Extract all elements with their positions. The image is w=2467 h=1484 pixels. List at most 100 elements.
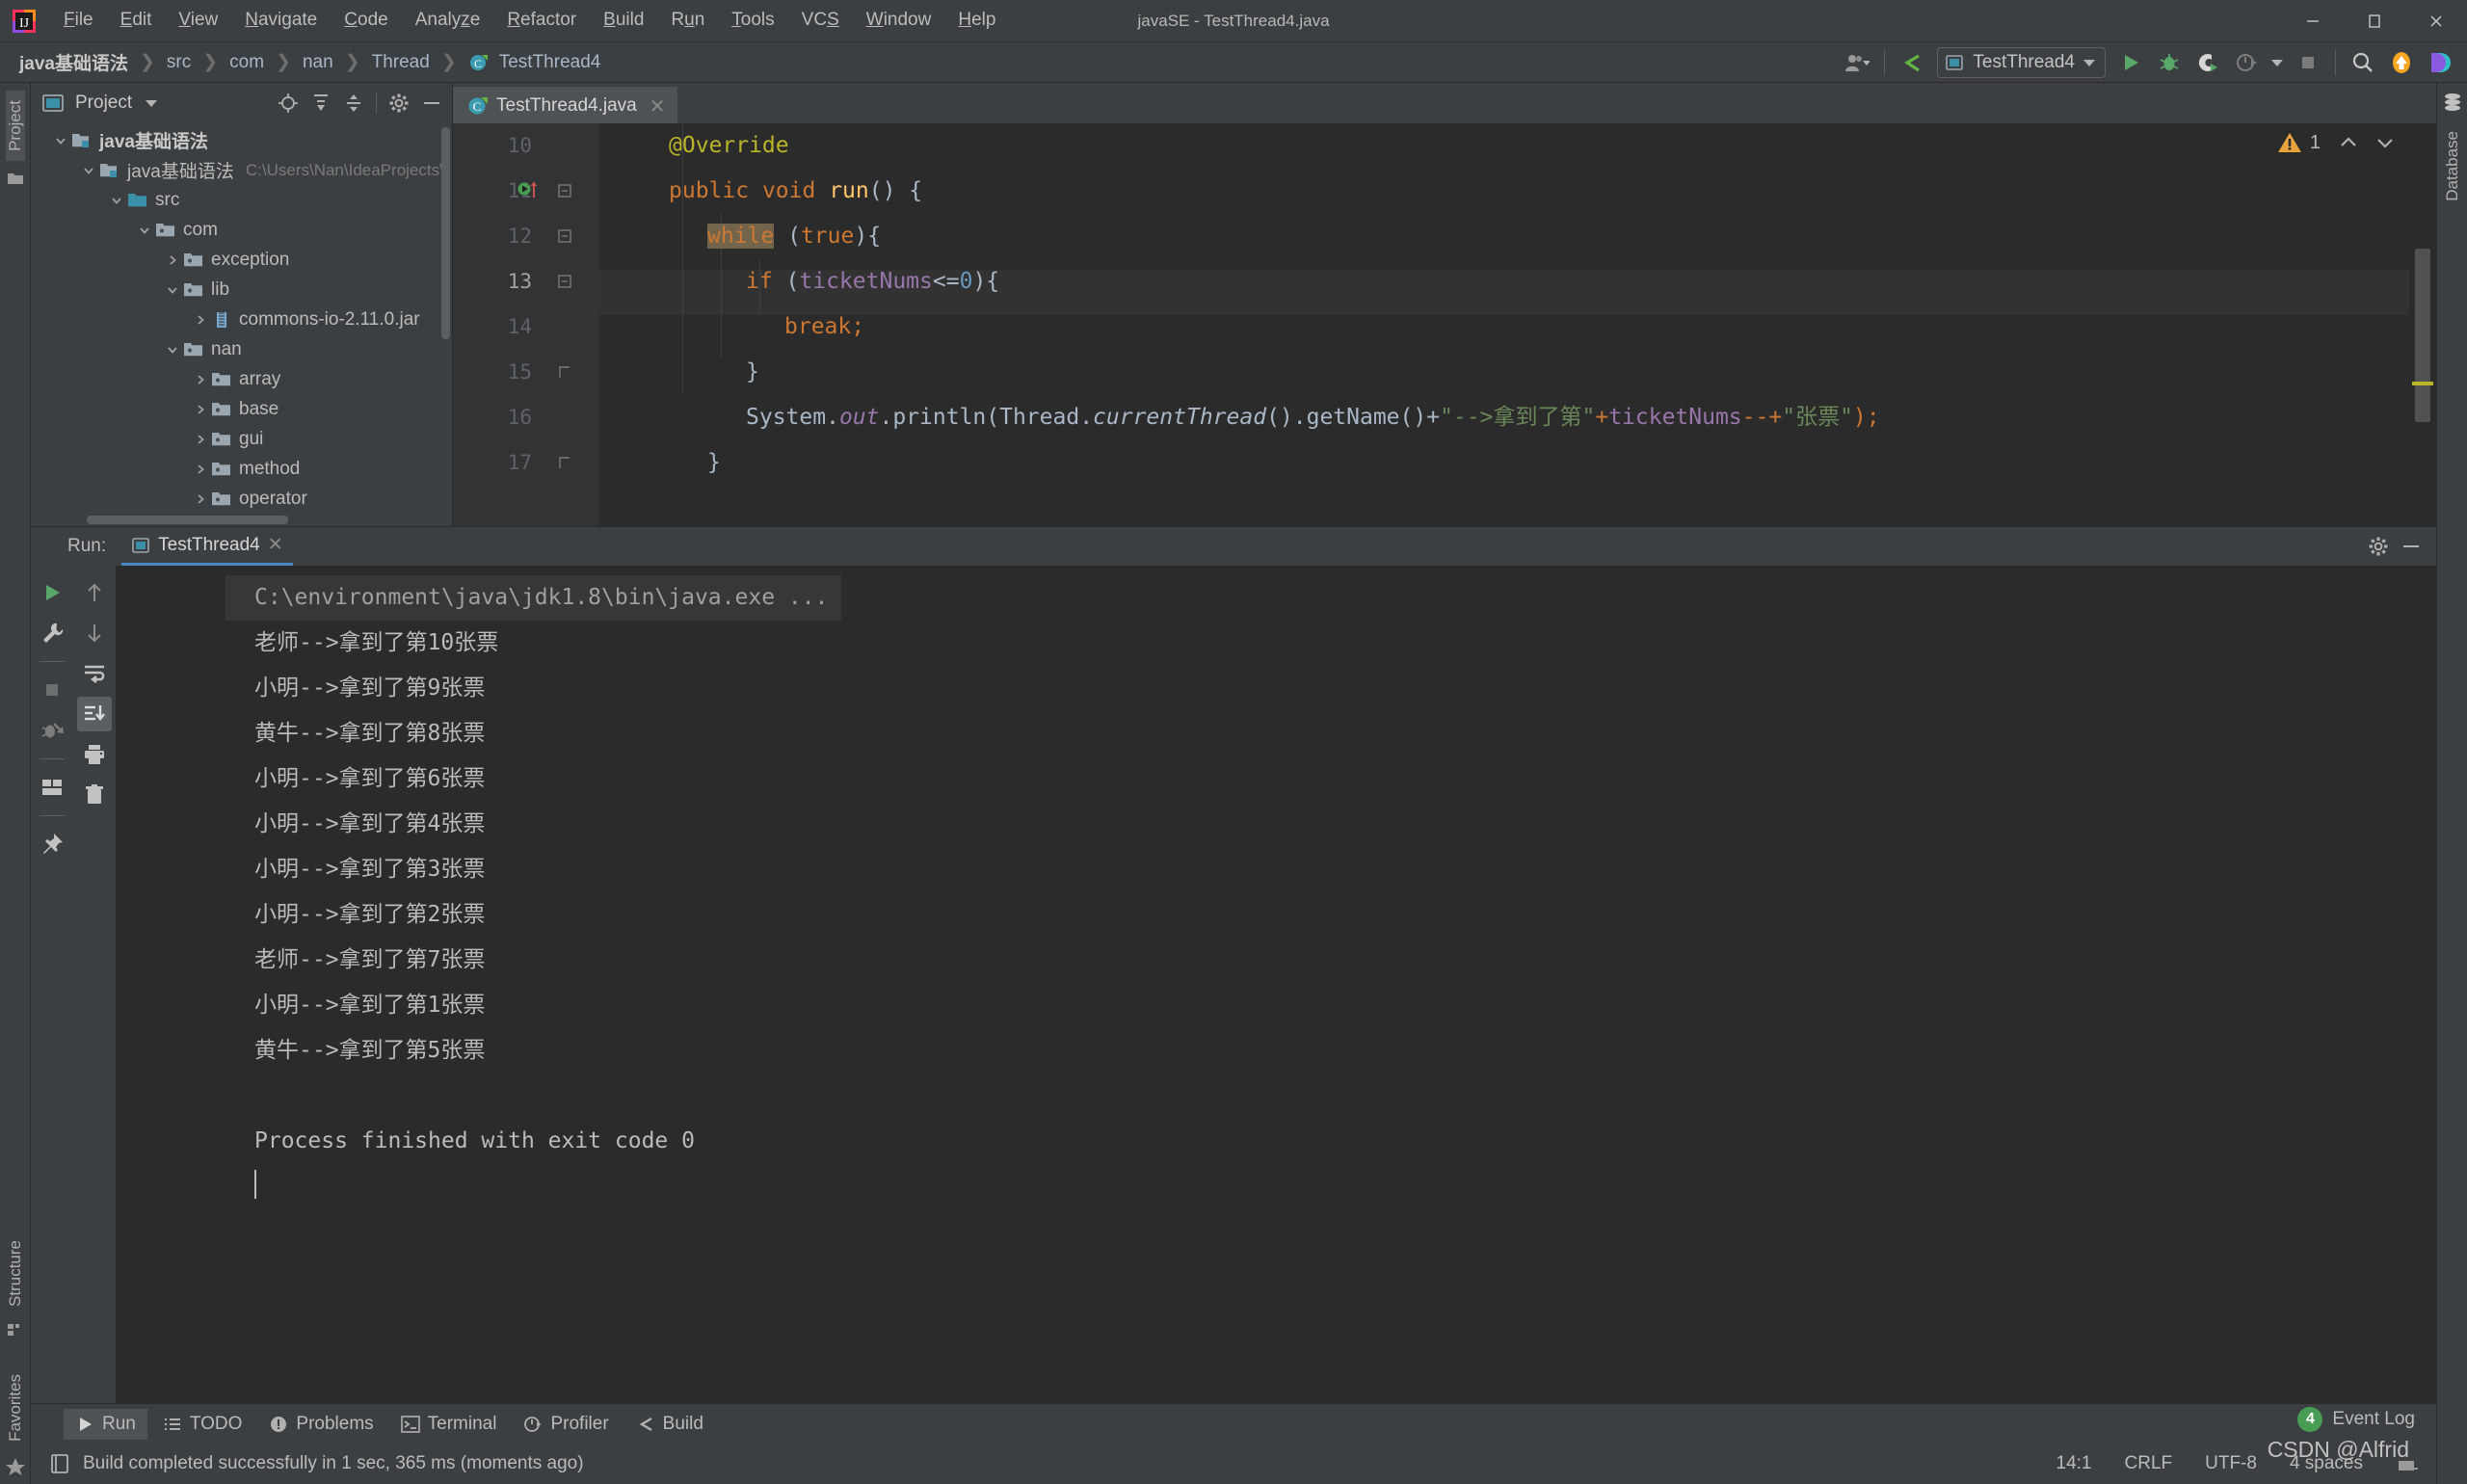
bottom-tab-build[interactable]: Build — [624, 1409, 715, 1440]
editor-scrollbar-thumb[interactable] — [2415, 249, 2430, 422]
locate-icon[interactable] — [274, 89, 303, 118]
event-log-button[interactable]: 4 Event Log — [2297, 1407, 2415, 1432]
inspection-status[interactable]: 1 — [2277, 131, 2396, 154]
star-icon[interactable] — [5, 1457, 26, 1476]
menu-view[interactable]: View — [165, 7, 231, 35]
breadcrumb-src[interactable]: src — [161, 50, 197, 75]
tab-testthread4-java[interactable]: C TestThread4.java ✕ — [453, 87, 677, 123]
bottom-tab-problems[interactable]: Problems — [257, 1409, 385, 1440]
chevron-down-icon[interactable] — [78, 164, 99, 177]
sidebar-item-database[interactable]: Database — [2443, 121, 2462, 211]
bottom-tab-run[interactable]: Run — [64, 1408, 147, 1440]
menu-refactor[interactable]: Refactor — [493, 7, 590, 35]
update-project-icon[interactable] — [1893, 43, 1931, 82]
stop-button[interactable] — [2289, 43, 2327, 82]
tree-node[interactable]: lib — [31, 275, 452, 305]
breadcrumb-thread[interactable]: Thread — [366, 50, 436, 75]
run-tab-testthread4[interactable]: TestThread4 ✕ — [121, 527, 293, 566]
close-icon[interactable]: ✕ — [268, 534, 283, 556]
menu-vcs[interactable]: VCS — [788, 7, 853, 35]
maximize-button[interactable] — [2344, 0, 2405, 42]
line-separator[interactable]: CRLF — [2125, 1453, 2173, 1474]
breadcrumb-class[interactable]: TestThread4 — [493, 50, 607, 75]
chevron-down-icon[interactable] — [146, 99, 158, 107]
breadcrumb-nan[interactable]: nan — [297, 50, 339, 75]
tree-node[interactable]: java基础语法 C:\Users\Nan\IdeaProjects\ — [31, 155, 452, 185]
scroll-to-end-button[interactable] — [77, 697, 112, 731]
tree-node[interactable]: array — [31, 364, 452, 394]
menu-run[interactable]: Run — [657, 7, 718, 35]
menu-bar[interactable]: File Edit View Navigate Code Analyze Ref… — [50, 7, 1009, 35]
stop-debug-button[interactable] — [35, 713, 69, 748]
chevron-down-icon[interactable] — [162, 283, 183, 297]
pin-tab-button[interactable] — [35, 827, 69, 861]
chevron-right-icon[interactable] — [190, 313, 211, 327]
menu-code[interactable]: Code — [331, 7, 401, 35]
indent-setting[interactable]: 4 spaces — [2290, 1453, 2363, 1474]
menu-edit[interactable]: Edit — [107, 7, 166, 35]
run-gutter-icon[interactable] — [517, 178, 542, 203]
prev-problem-icon[interactable] — [2338, 132, 2359, 153]
next-problem-icon[interactable] — [2374, 132, 2396, 153]
tree-node[interactable]: nan — [31, 334, 452, 364]
tree-node[interactable]: com — [31, 215, 452, 245]
lock-icon[interactable] — [2396, 1453, 2419, 1474]
editor-scrollbar[interactable] — [2409, 123, 2436, 526]
menu-build[interactable]: Build — [590, 7, 657, 35]
tree-node[interactable]: gui — [31, 424, 452, 454]
datalore-icon[interactable] — [2421, 43, 2459, 82]
tree-node[interactable]: java基础语法 — [31, 125, 452, 155]
breadcrumb-com[interactable]: com — [224, 50, 270, 75]
hide-panel-icon[interactable] — [2400, 535, 2423, 558]
menu-navigate[interactable]: Navigate — [231, 7, 331, 35]
chevron-right-icon[interactable] — [190, 403, 211, 416]
settings-gear-icon[interactable] — [385, 89, 413, 118]
chevron-down-icon[interactable] — [134, 224, 155, 237]
clear-all-button[interactable] — [77, 778, 112, 812]
menu-help[interactable]: Help — [944, 7, 1009, 35]
chevron-right-icon[interactable] — [190, 492, 211, 506]
collapse-all-icon[interactable] — [339, 89, 368, 118]
file-encoding[interactable]: UTF-8 — [2205, 1453, 2257, 1474]
sidebar-item-structure[interactable]: Structure — [6, 1231, 25, 1316]
chevron-right-icon[interactable] — [190, 433, 211, 446]
bottom-tab-terminal[interactable]: Terminal — [389, 1409, 509, 1440]
tree-node[interactable]: base — [31, 394, 452, 424]
run-with-coverage-button[interactable] — [2188, 43, 2227, 82]
editor-canvas[interactable]: 1011121314151617 @Override public void r… — [453, 123, 2436, 526]
tree-node[interactable]: method — [31, 454, 452, 484]
soft-wrap-button[interactable] — [77, 656, 112, 691]
code-text[interactable]: @Override public void run() { while (tru… — [599, 123, 2436, 526]
fold-region-icon[interactable] — [557, 274, 572, 289]
structure-icon[interactable] — [7, 1322, 24, 1338]
project-stripe-icon[interactable] — [7, 171, 24, 186]
scroll-down-button[interactable] — [77, 616, 112, 650]
bottom-tab-profiler[interactable]: Profiler — [512, 1409, 620, 1440]
run-configuration-selector[interactable]: TestThread4 — [1937, 47, 2106, 78]
project-tree-hscrollbar[interactable] — [87, 516, 288, 524]
scroll-up-button[interactable] — [77, 575, 112, 610]
chevron-down-icon[interactable] — [50, 134, 71, 147]
stop-button[interactable] — [35, 673, 69, 707]
project-tree-vscrollbar[interactable] — [441, 127, 450, 339]
tree-node[interactable]: commons-io-2.11.0.jar — [31, 305, 452, 334]
breadcrumb[interactable]: java基础语法 ❯ src ❯ com ❯ nan ❯ Thread ❯ C … — [13, 47, 606, 77]
chevron-right-icon[interactable] — [190, 463, 211, 476]
rerun-button[interactable] — [35, 575, 69, 610]
run-button[interactable] — [2111, 43, 2150, 82]
fold-region-icon[interactable] — [557, 228, 572, 244]
user-avatar-icon[interactable] — [1838, 43, 1876, 82]
console-output[interactable]: C:\environment\java\jdk1.8\bin\java.exe … — [116, 566, 2436, 1403]
code-fold-gutter[interactable] — [542, 123, 599, 526]
update-available-icon[interactable] — [2382, 43, 2421, 82]
tree-node[interactable]: src — [31, 185, 452, 215]
chevron-right-icon[interactable] — [162, 253, 183, 267]
menu-window[interactable]: Window — [853, 7, 945, 35]
fold-region-icon[interactable] — [557, 183, 572, 199]
menu-analyze[interactable]: Analyze — [402, 7, 494, 35]
bottom-tool-tabs[interactable]: Run TODO Problems Terminal Profiler Build — [31, 1403, 2436, 1444]
chevron-right-icon[interactable] — [190, 373, 211, 386]
fold-region-icon[interactable] — [557, 455, 572, 470]
chevron-down-icon[interactable] — [2083, 59, 2095, 66]
menu-tools[interactable]: Tools — [718, 7, 787, 35]
